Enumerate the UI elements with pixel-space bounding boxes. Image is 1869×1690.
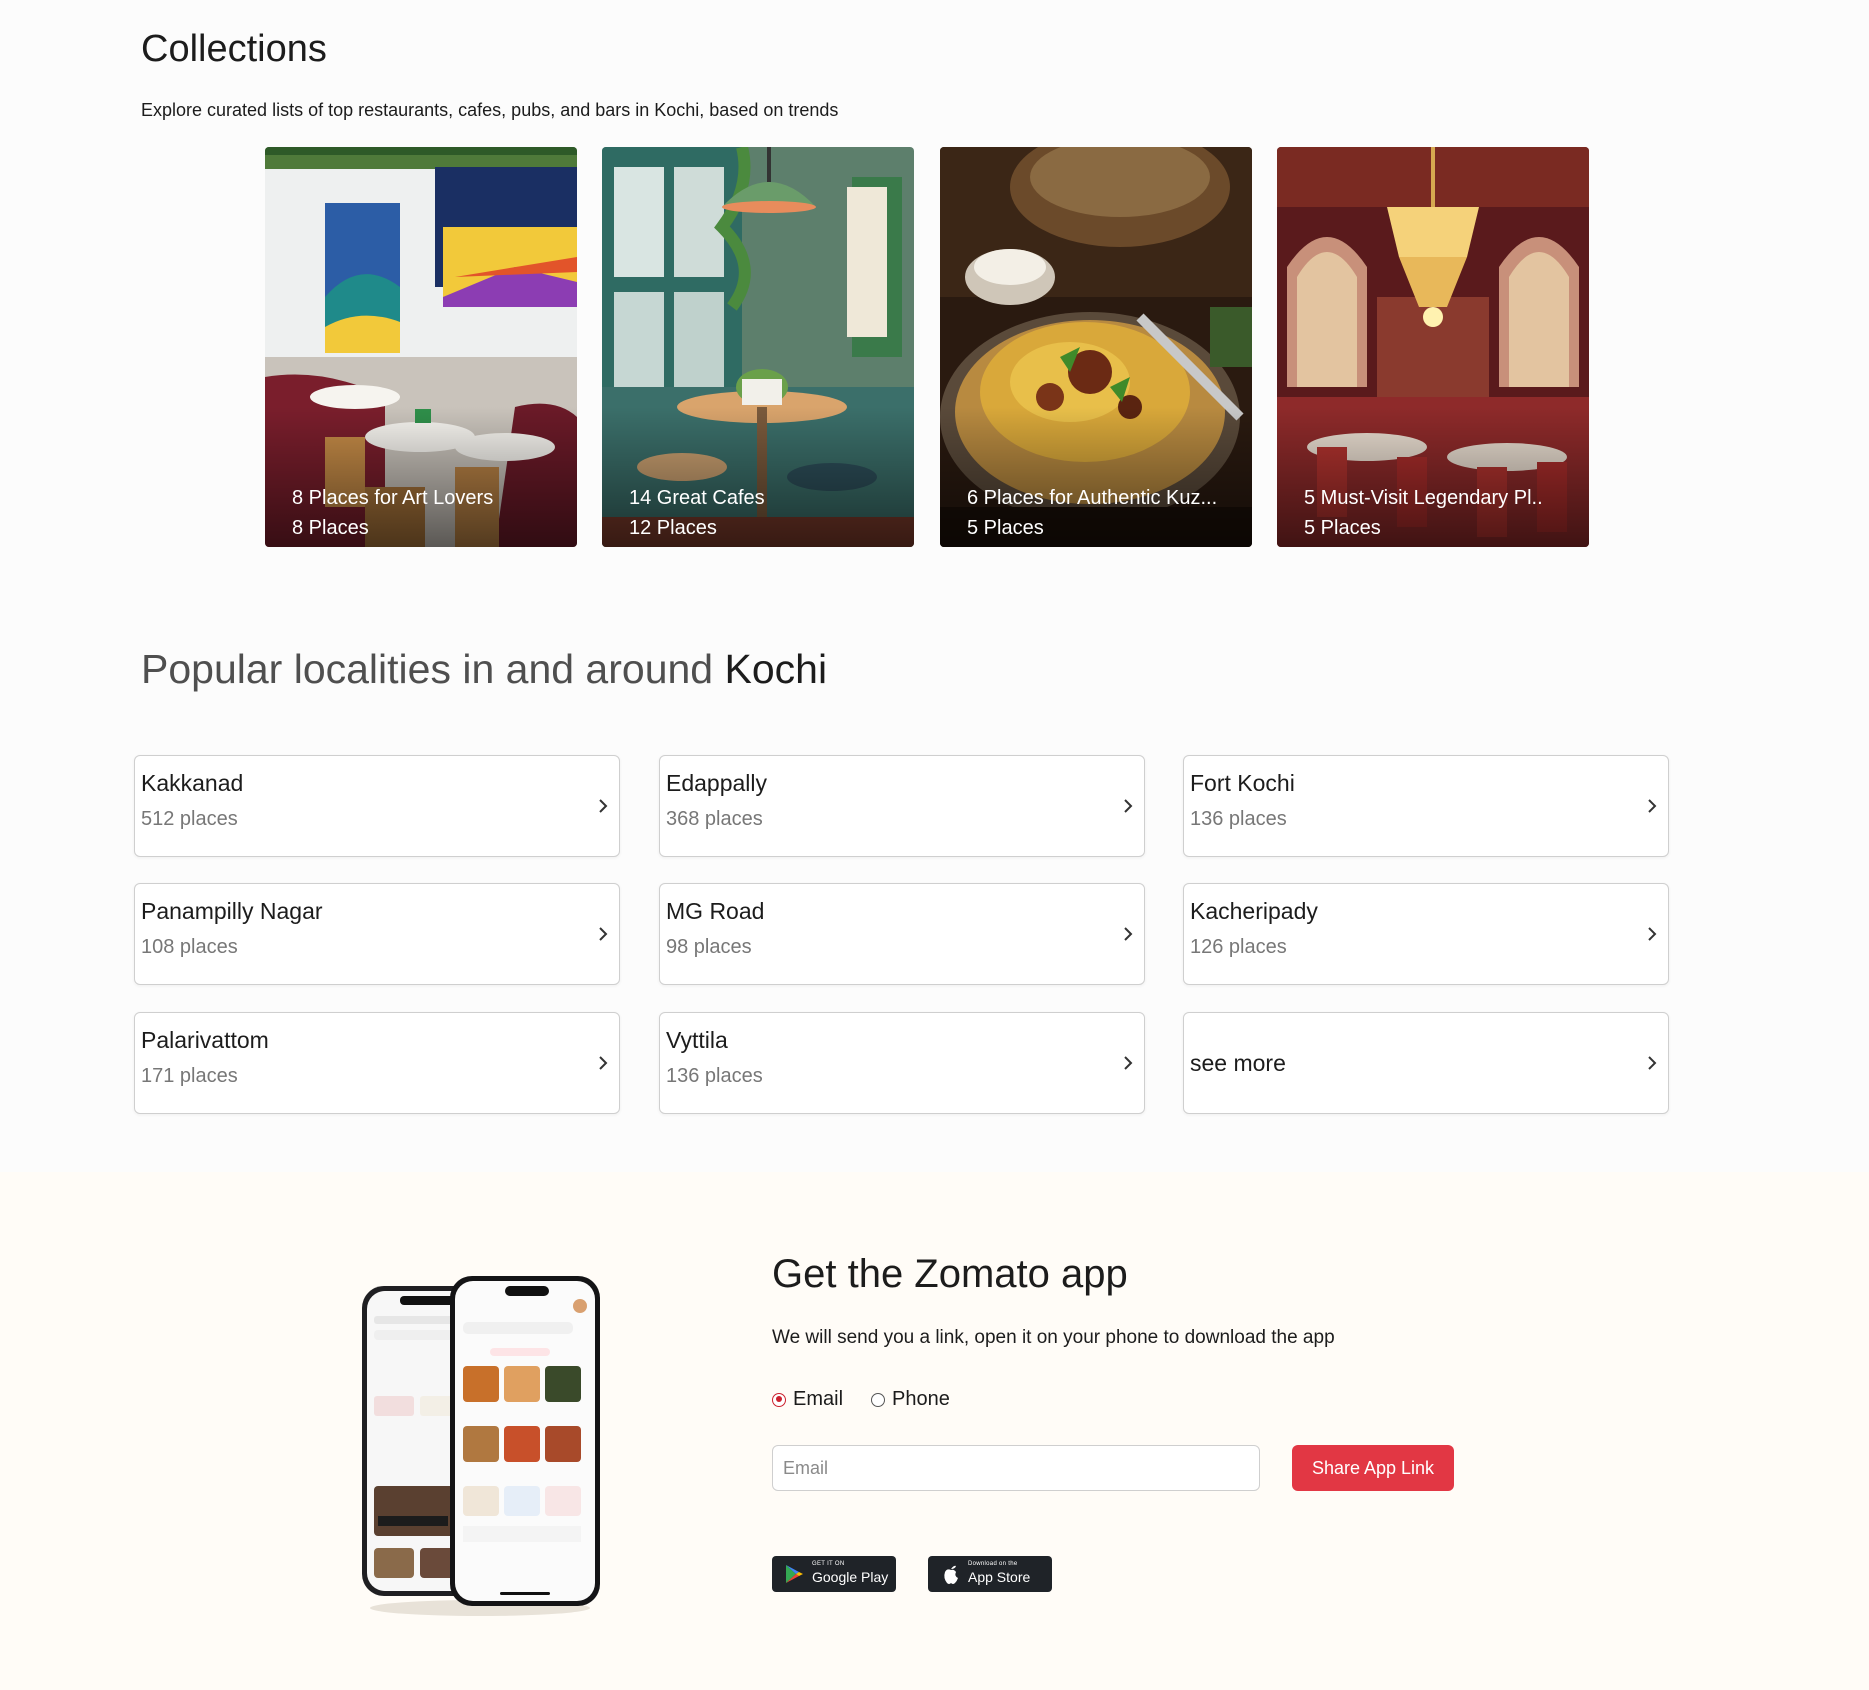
google-play-small-text: GET IT ON — [812, 1561, 845, 1567]
contact-method-radio-group: Email Phone — [772, 1388, 950, 1411]
collection-card-art-lovers[interactable]: 8 Places for Art Lovers 8 Places — [265, 147, 577, 547]
google-play-icon — [786, 1565, 803, 1583]
collection-count: 12 Places — [629, 517, 717, 539]
locality-name: Vyttila — [666, 1027, 728, 1053]
chevron-right-icon — [599, 799, 608, 813]
locality-card[interactable]: Kakkanad 512 places — [134, 755, 620, 857]
radio-email[interactable]: Email — [772, 1388, 843, 1411]
locality-card[interactable]: MG Road 98 places — [659, 883, 1145, 985]
localities-heading: Popular localities in and around Kochi — [141, 646, 827, 693]
chevron-right-icon — [599, 927, 608, 941]
collection-title: 14 Great Cafes — [629, 487, 765, 509]
radio-phone[interactable]: Phone — [871, 1388, 950, 1411]
radio-phone-indicator[interactable] — [871, 1392, 886, 1407]
locality-name: Edappally — [666, 770, 768, 796]
locality-name: MG Road — [666, 898, 765, 924]
chevron-right-icon — [1124, 799, 1133, 813]
apple-icon — [944, 1565, 958, 1584]
locality-count: 171 places — [141, 1065, 238, 1087]
collections-title: Collections — [141, 28, 327, 70]
locality-card[interactable]: Panampilly Nagar 108 places — [134, 883, 620, 985]
locality-count: 126 places — [1190, 936, 1287, 958]
chevron-right-icon — [599, 1056, 608, 1070]
locality-name: Palarivattom — [141, 1027, 269, 1053]
chevron-right-icon — [1124, 927, 1133, 941]
collection-card-legendary-places[interactable]: 5 Must-Visit Legendary Pl.. 5 Places — [1277, 147, 1589, 547]
locality-count: 136 places — [1190, 808, 1287, 830]
locality-name: Kacheripady — [1190, 898, 1318, 924]
locality-card[interactable]: Palarivattom 171 places — [134, 1012, 620, 1114]
collection-count: 8 Places — [292, 517, 369, 539]
locality-card[interactable]: Edappally 368 places — [659, 755, 1145, 857]
locality-count: 368 places — [666, 808, 763, 830]
collection-card-authentic-kuzhimanthi[interactable]: 6 Places for Authentic Kuz... 5 Places — [940, 147, 1252, 547]
get-app-section: Get the Zomato app We will send you a li… — [0, 1172, 1869, 1690]
collection-title: 8 Places for Art Lovers — [292, 487, 494, 509]
radio-email-label: Email — [793, 1388, 844, 1410]
locality-count: 136 places — [666, 1065, 763, 1087]
locality-count: 512 places — [141, 808, 238, 830]
chevron-right-icon — [1648, 799, 1657, 813]
locality-name: Panampilly Nagar — [141, 898, 323, 924]
locality-count: 98 places — [666, 936, 752, 958]
collections-subtitle: Explore curated lists of top restaurants… — [141, 100, 839, 120]
google-play-button[interactable]: GET IT ON Google Play — [772, 1556, 896, 1592]
radio-phone-label: Phone — [892, 1388, 950, 1410]
app-store-small-text: Download on the — [968, 1561, 1018, 1567]
locality-card[interactable]: Kacheripady 126 places — [1183, 883, 1669, 985]
app-subtitle: We will send you a link, open it on your… — [772, 1327, 1335, 1348]
collection-card-great-cafes[interactable]: 14 Great Cafes 12 Places — [602, 147, 914, 547]
locality-name: Kakkanad — [141, 770, 244, 796]
locality-card[interactable]: Fort Kochi 136 places — [1183, 755, 1669, 857]
page: Collections Explore curated lists of top… — [0, 0, 1869, 1690]
app-title: Get the Zomato app — [772, 1252, 1128, 1296]
see-more-label: see more — [1190, 1050, 1286, 1076]
chevron-right-icon — [1648, 927, 1657, 941]
radio-email-indicator[interactable] — [772, 1392, 786, 1407]
locality-card[interactable]: Vyttila 136 places — [659, 1012, 1145, 1114]
chevron-right-icon — [1124, 1056, 1133, 1070]
app-store-button[interactable]: Download on the App Store — [928, 1556, 1052, 1592]
see-more-localities-button[interactable]: see more — [1183, 1012, 1669, 1114]
collection-count: 5 Places — [967, 517, 1044, 539]
collection-title: 5 Must-Visit Legendary Pl.. — [1304, 487, 1543, 509]
app-phones-illustration — [362, 1276, 600, 1616]
email-input[interactable] — [772, 1445, 1260, 1491]
app-store-big-text: App Store — [968, 1569, 1031, 1585]
chevron-right-icon — [1648, 1056, 1657, 1070]
locality-name: Fort Kochi — [1190, 770, 1295, 796]
collection-title: 6 Places for Authentic Kuz... — [967, 487, 1218, 509]
collection-count: 5 Places — [1304, 517, 1381, 539]
locality-count: 108 places — [141, 936, 238, 958]
localities-heading-prefix: Popular localities in and around — [141, 646, 725, 692]
share-app-link-button[interactable]: Share App Link — [1292, 1445, 1454, 1491]
google-play-big-text: Google Play — [812, 1569, 889, 1585]
localities-heading-city: Kochi — [724, 646, 828, 692]
